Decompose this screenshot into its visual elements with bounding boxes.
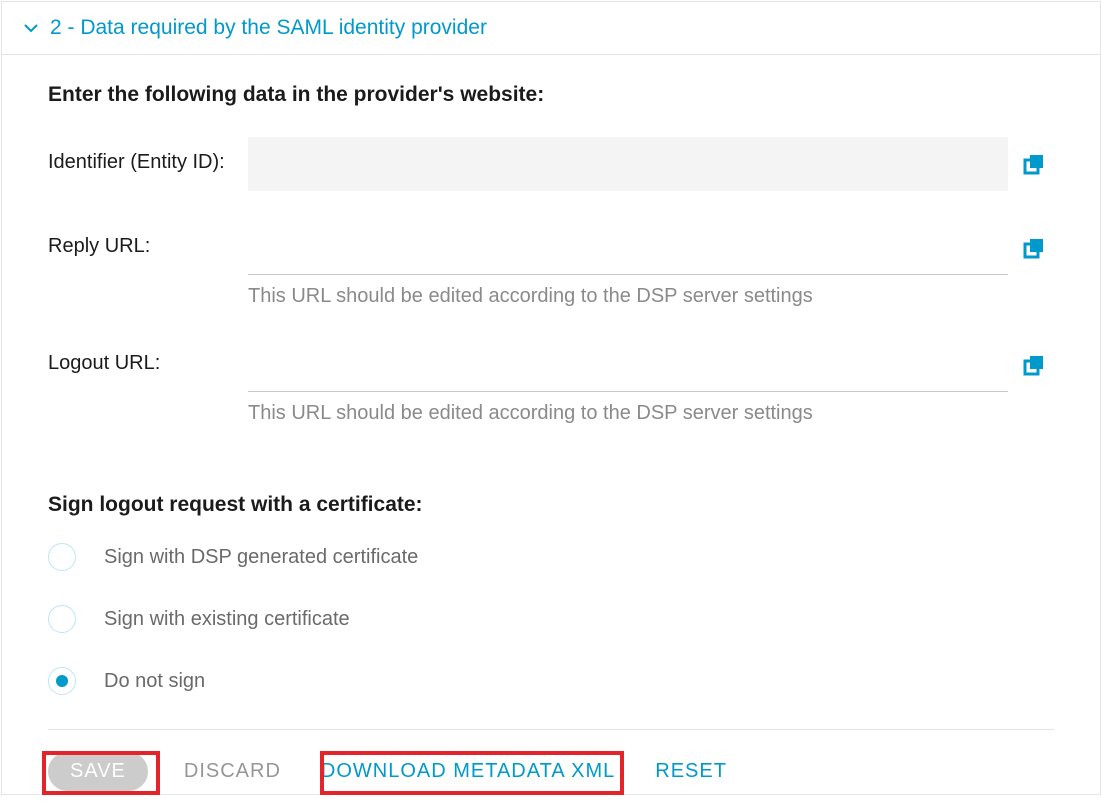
copy-icon (1022, 353, 1046, 377)
row-identifier: Identifier (Entity ID): (48, 137, 1054, 191)
identifier-input[interactable] (248, 137, 1008, 191)
discard-button[interactable]: DISCARD (180, 752, 285, 791)
label-reply-url: Reply URL: (48, 221, 248, 258)
radio-sign-dsp[interactable]: Sign with DSP generated certificate (48, 543, 1054, 571)
radio-icon (48, 543, 76, 571)
intro-text: Enter the following data in the provider… (48, 83, 1054, 107)
row-logout-url: Logout URL: This URL should be edited ac… (48, 338, 1054, 453)
button-bar: SAVE DISCARD DOWNLOAD METADATA XML RESET (48, 730, 1054, 791)
logout-url-hint: This URL should be edited according to t… (248, 402, 1054, 425)
radio-icon (48, 605, 76, 633)
label-logout-url: Logout URL: (48, 338, 248, 375)
reply-url-input[interactable] (248, 221, 1008, 275)
copy-logout-url-button[interactable] (1014, 345, 1054, 385)
copy-identifier-button[interactable] (1014, 144, 1054, 184)
radio-label: Sign with existing certificate (104, 608, 350, 631)
radio-sign-existing[interactable]: Sign with existing certificate (48, 605, 1054, 633)
row-reply-url: Reply URL: This URL should be edited acc… (48, 221, 1054, 336)
copy-icon (1022, 152, 1046, 176)
radio-label: Do not sign (104, 670, 205, 693)
copy-reply-url-button[interactable] (1014, 228, 1054, 268)
reset-button[interactable]: RESET (651, 752, 731, 791)
chevron-down-icon (22, 19, 40, 37)
save-button[interactable]: SAVE (48, 752, 148, 791)
radio-do-not-sign[interactable]: Do not sign (48, 667, 1054, 695)
certificate-section-title: Sign logout request with a certificate: (48, 493, 1054, 517)
download-metadata-button[interactable]: DOWNLOAD METADATA XML (317, 752, 619, 791)
copy-icon (1022, 236, 1046, 260)
radio-icon (48, 667, 76, 695)
section-header[interactable]: 2 - Data required by the SAML identity p… (2, 2, 1100, 55)
section-title: 2 - Data required by the SAML identity p… (50, 16, 487, 40)
label-identifier: Identifier (Entity ID): (48, 137, 248, 174)
logout-url-input[interactable] (248, 338, 1008, 392)
saml-config-panel: 2 - Data required by the SAML identity p… (1, 1, 1101, 795)
reply-url-hint: This URL should be edited according to t… (248, 285, 1054, 308)
radio-label: Sign with DSP generated certificate (104, 546, 418, 569)
section-body: Enter the following data in the provider… (2, 55, 1100, 811)
